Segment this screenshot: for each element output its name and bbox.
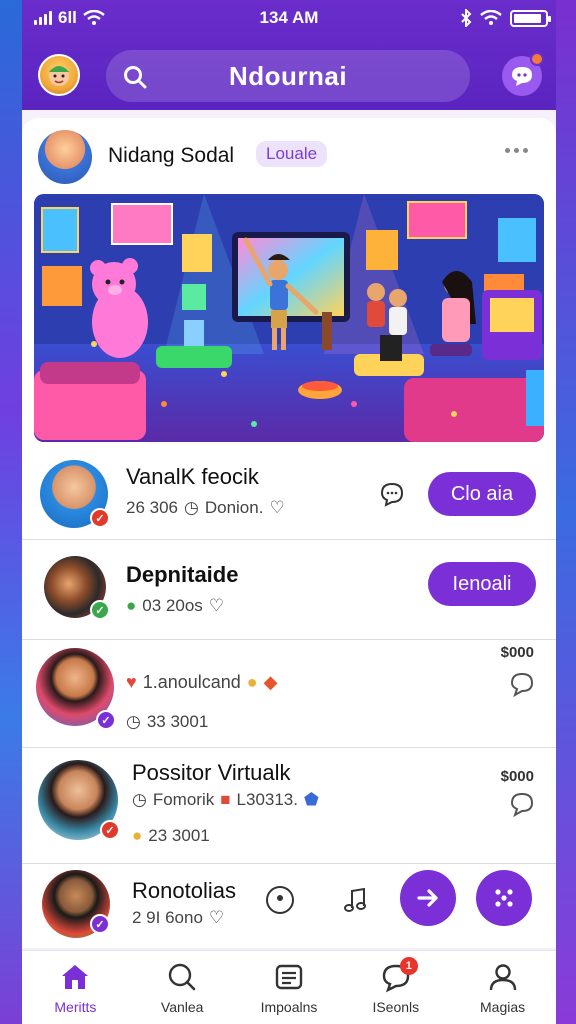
verified-badge-icon: ✓ [90, 508, 110, 528]
tab-news[interactable]: Impoalns [236, 951, 343, 1024]
list-item[interactable]: ✓ VanalK feocik 26 306 ◷ Donion. ♡ Clo a… [22, 448, 556, 540]
meta-count: 33 3001 [146, 712, 209, 731]
meta-status: Donion. [204, 498, 264, 517]
clock-icon: ◷ [126, 712, 141, 731]
meta-code: L30313. [236, 790, 298, 809]
wifi-icon [480, 10, 502, 25]
post-badge[interactable]: Louale [256, 141, 328, 167]
list-item[interactable]: ✓ Possitor Virtualk ◷ Fomorik ■ L30313. … [22, 748, 556, 864]
tab-badge: 1 [399, 957, 418, 975]
home-icon [62, 965, 89, 989]
tab-home[interactable]: Meritts [22, 951, 129, 1024]
meta-title: Fomorik [152, 790, 215, 809]
bluetooth-icon [461, 9, 472, 27]
tab-label: Impoalns [260, 999, 318, 1015]
verified-badge-icon: ✓ [100, 820, 120, 840]
post-author-name[interactable]: Nidang Sodal [108, 144, 234, 168]
app-header: Ndournai [22, 44, 556, 106]
record-icon[interactable] [264, 884, 296, 916]
chat-bubble-icon[interactable] [502, 52, 544, 96]
list-item[interactable]: ✓ Depnitaide ● 03 20os ♡ Ienoali [22, 540, 556, 640]
contact-meta: 2 9I 6ono ♡ [132, 908, 224, 928]
avatar-face-icon [49, 66, 69, 86]
battery-icon [510, 9, 551, 27]
comment-icon[interactable] [508, 790, 536, 818]
heart-icon: ♡ [269, 498, 285, 517]
price-label: $000 [500, 644, 534, 661]
dice-icon [495, 889, 513, 907]
send-arrow-icon [417, 889, 438, 907]
heart-icon: ♡ [208, 908, 225, 927]
contact-name[interactable]: Ronotolias [132, 878, 236, 904]
profile-icon [489, 964, 516, 991]
contact-submeta: ◷ 33 3001 [126, 712, 208, 732]
search-bar[interactable]: Ndournai [106, 50, 470, 102]
heart-icon: ♡ [208, 596, 225, 615]
share-button[interactable] [400, 870, 456, 926]
follow-button[interactable]: Ienoali [428, 562, 536, 606]
contact-meta: ♥ 1.anoulcand ● ◆ [126, 672, 278, 693]
news-icon [275, 964, 303, 990]
gem-icon: ◆ [263, 672, 278, 692]
contact-name[interactable]: Possitor Virtualk [132, 760, 291, 786]
chat-face-icon [512, 67, 532, 86]
shield-icon: ⬟ [303, 790, 319, 809]
tab-messages[interactable]: 1 ISeonls [342, 951, 449, 1024]
meta-count: 23 3001 [148, 826, 210, 845]
emoji-icon: ● [132, 826, 143, 845]
contact-submeta: ● 23 3001 [132, 826, 210, 846]
tab-profile[interactable]: Magias [449, 951, 556, 1024]
avatar[interactable] [38, 54, 80, 96]
search-chat-icon [168, 963, 196, 991]
more-horizontal-icon[interactable] [505, 148, 528, 153]
bag-icon: ■ [220, 790, 231, 809]
list-item[interactable]: ✓ ♥ 1.anoulcand ● ◆ ◷ 33 3001 $000 [22, 640, 556, 748]
status-dot-icon: ● [126, 596, 137, 615]
price-label: $000 [500, 768, 534, 785]
tab-label: ISeonls [372, 999, 420, 1015]
heart-icon: ♥ [126, 672, 137, 692]
friends-list: ✓ VanalK feocik 26 306 ◷ Donion. ♡ Clo a… [22, 448, 556, 948]
clock-icon: ◷ [132, 790, 147, 809]
game-room-illustration [34, 194, 544, 442]
tab-search[interactable]: Vanlea [129, 951, 236, 1024]
meta-count: 2 9I 6ono [132, 908, 203, 927]
contact-name[interactable]: Depnitaide [126, 562, 238, 588]
app-title: Ndournai [228, 60, 348, 91]
contact-meta: ● 03 20os ♡ [126, 596, 224, 616]
avatar[interactable] [38, 130, 92, 184]
message-icon[interactable] [378, 480, 406, 508]
list-item[interactable]: ✓ Ronotolias 2 9I 6ono ♡ [22, 864, 556, 950]
contact-meta: ◷ Fomorik ■ L30313. ⬟ [132, 790, 319, 810]
emoji-icon: ● [246, 672, 258, 692]
tab-label: Magias [480, 999, 526, 1015]
featured-post-card[interactable]: Nidang Sodal Louale [22, 118, 556, 448]
meta-title: 1.anoulcand [142, 672, 241, 692]
verified-badge-icon: ✓ [90, 600, 110, 620]
connect-button[interactable]: Clo aia [428, 472, 536, 516]
verified-badge-icon: ✓ [96, 710, 116, 730]
music-icon[interactable] [340, 884, 372, 916]
app-screen: 6ll 134 AM Ndournai Nidang Sodal Louale … [22, 0, 556, 1024]
tab-label: Meritts [54, 999, 97, 1015]
comment-icon[interactable] [508, 670, 536, 698]
clock-icon: ◷ [184, 498, 199, 517]
status-bar: 6ll 134 AM [22, 0, 556, 36]
bottom-nav: Meritts Vanlea Impoalns 1 ISeonls Magias [22, 950, 556, 1024]
contact-meta: 26 306 ◷ Donion. ♡ [126, 498, 285, 518]
tab-label: Vanlea [160, 999, 204, 1015]
meta-count: 26 306 [126, 498, 178, 517]
verified-badge-icon: ✓ [90, 914, 110, 934]
post-image[interactable] [34, 194, 544, 442]
notification-dot [530, 52, 544, 66]
status-right [460, 9, 551, 27]
contact-name[interactable]: VanalK feocik [126, 464, 259, 490]
game-button[interactable] [476, 870, 532, 926]
search-icon[interactable] [122, 64, 148, 90]
meta-count: 03 20os [142, 596, 203, 615]
